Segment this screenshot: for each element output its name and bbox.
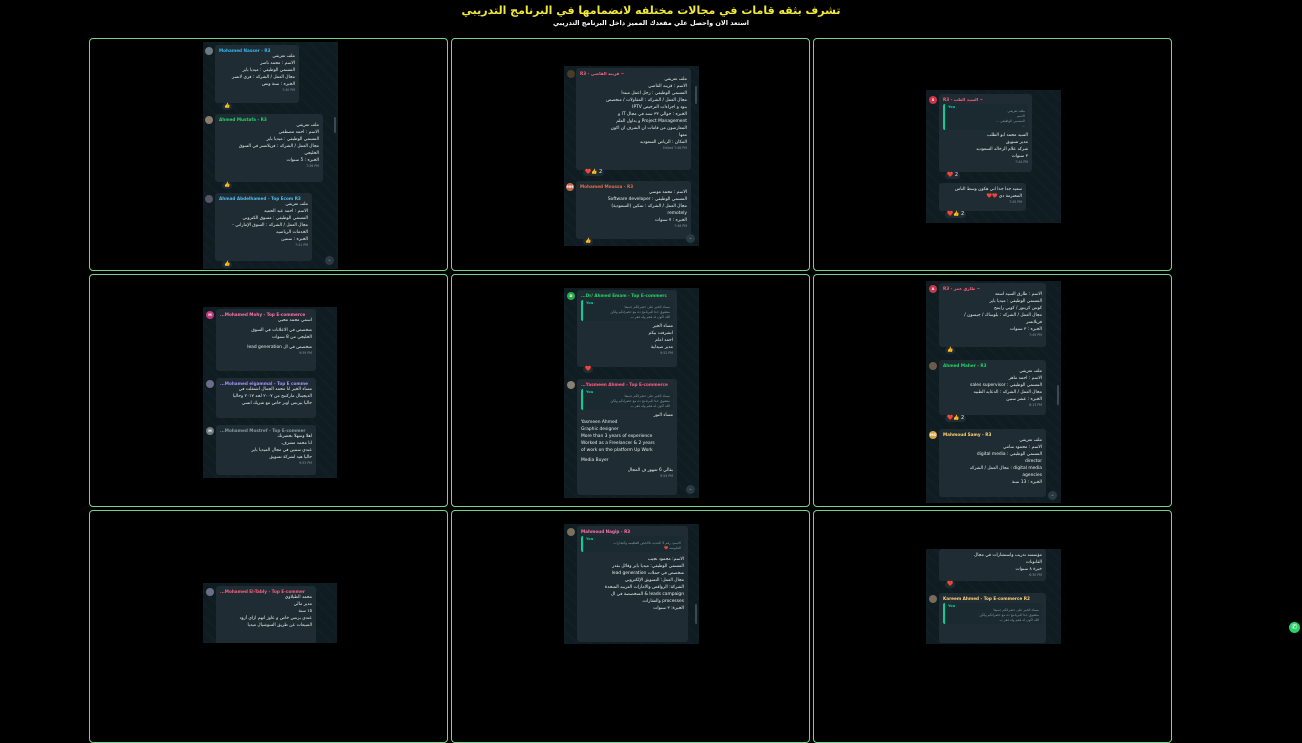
chat-message: Dr/ Ahmed Emam - Top E-commerc... You مس…	[577, 290, 677, 367]
avatar	[567, 381, 575, 389]
avatar	[567, 528, 575, 536]
testimonial-card-6: A ~ طارق عمر - R3 الاسم : طارق السيد اسع…	[813, 274, 1172, 507]
testimonial-card-8: Mahmoud Nagip - R3 You الاسم: رقم 3 الحد…	[451, 510, 810, 743]
page-subtitle: استعد الان واحصل علي مقعدك المميز داخل ا…	[553, 19, 749, 27]
testimonial-grid: Mohamed Nasser - R3 ملف تعريفي الاسم : م…	[89, 38, 1175, 743]
page-title: تشرف بثقه قامات في مجالات مختلفه لانضمام…	[461, 4, 841, 17]
chat-screenshot: S ~ السيد الطب - R3 You ملف تعريفي الاسم…	[926, 90, 1061, 223]
scrollbar[interactable]	[695, 604, 697, 624]
chat-message: Ahmed Mustafa - R3 ملف تعريفي الاسم : اح…	[215, 114, 323, 182]
avatar: M	[206, 311, 214, 319]
chat-screenshot: ~ قرينه القاضي - R3 ملف تعريفي الاسم : ق…	[564, 66, 699, 246]
reaction-badge: 👍	[945, 347, 956, 354]
chat-message: Mahmoud Samy - R3 ملف تعريفي الاسم : محم…	[939, 429, 1046, 497]
reaction-badge: ❤️👍 2	[583, 169, 605, 176]
chat-screenshot: Mahmoud Nagip - R3 You الاسم: رقم 3 الحد…	[564, 524, 699, 644]
reaction-badge: 👍	[583, 238, 594, 245]
chat-message: Mohamed Nasser - R3 ملف تعريفي الاسم : م…	[215, 45, 299, 103]
avatar: D	[567, 292, 575, 300]
scrollbar[interactable]	[334, 117, 336, 133]
scroll-down-icon[interactable]: ⌄	[325, 256, 334, 265]
chat-message: Mohamed Mohy - Top E-commerce... اسمي مح…	[216, 309, 316, 371]
avatar	[205, 195, 213, 203]
testimonial-card-5: D Dr/ Ahmed Emam - Top E-commerc... You …	[451, 274, 810, 507]
avatar	[929, 362, 937, 370]
chat-message: Yasmeen Ahmed - Top E-commerce... You مس…	[577, 379, 677, 495]
testimonial-card-9: مؤسسه تدريب واستشارات في مجال القانونات …	[813, 510, 1172, 743]
avatar: M	[206, 427, 214, 435]
chat-message: Mahmoud Nagip - R3 You الاسم: رقم 3 الحد…	[577, 526, 688, 642]
scroll-down-icon[interactable]: ⌄	[1048, 491, 1057, 500]
avatar	[929, 595, 937, 603]
whatsapp-icon[interactable]: ✆	[1289, 622, 1300, 633]
testimonial-card-1: Mohamed Nasser - R3 ملف تعريفي الاسم : م…	[89, 38, 448, 271]
chat-screenshot: Mohamed Nasser - R3 ملف تعريفي الاسم : م…	[203, 42, 338, 269]
reaction-badge: 👍	[222, 182, 233, 189]
chat-message: Ahmed Maher - R3 ملف تعريفي الاسم : احمد…	[939, 360, 1046, 415]
chat-screenshot: D Dr/ Ahmed Emam - Top E-commerc... You …	[564, 288, 699, 498]
reaction-badge: ❤️👍 2	[945, 415, 967, 422]
reaction-badge: ❤️👍 2	[945, 211, 967, 218]
reaction-badge: ❤️	[945, 581, 956, 588]
avatar	[206, 588, 214, 596]
chat-message: Mohamed Mostref - Top E-commer... اهلا و…	[216, 425, 316, 475]
reaction-badge: 👍	[222, 261, 233, 268]
chat-screenshot: Mohamed El-Tably - Top E-commer... محمد …	[203, 583, 337, 643]
avatar	[205, 116, 213, 124]
avatar	[567, 70, 575, 78]
chat-screenshot: مؤسسه تدريب واستشارات في مجال القانونات …	[926, 549, 1061, 644]
testimonial-card-3: S ~ السيد الطب - R3 You ملف تعريفي الاسم…	[813, 38, 1172, 271]
testimonial-card-2: ~ قرينه القاضي - R3 ملف تعريفي الاسم : ق…	[451, 38, 810, 271]
chat-screenshot: A ~ طارق عمر - R3 الاسم : طارق السيد اسع…	[926, 281, 1061, 503]
chat-message: ~ طارق عمر - R3 الاسم : طارق السيد اسعد …	[939, 283, 1046, 347]
reaction-badge: ❤️	[583, 366, 594, 373]
avatar: A	[929, 285, 937, 293]
scrollbar[interactable]	[1057, 385, 1059, 405]
chat-message: ~ السيد الطب - R3 You ملف تعريفي الاسم ا…	[939, 94, 1032, 172]
chat-message: مؤسسه تدريب واستشارات في مجال القانونات …	[939, 549, 1046, 581]
reaction-badge: 👍	[222, 103, 233, 110]
avatar	[205, 47, 213, 55]
reaction-badge: ❤️ 2	[945, 172, 960, 179]
scroll-down-icon[interactable]: ⌄	[686, 485, 695, 494]
scroll-down-icon[interactable]: ⌄	[686, 234, 695, 243]
avatar: S	[929, 96, 937, 104]
avatar: MM	[566, 183, 574, 191]
chat-screenshot: M Mohamed Mohy - Top E-commerce... اسمي …	[203, 307, 337, 478]
avatar	[206, 380, 214, 388]
avatar: MS	[929, 431, 937, 439]
chat-message: Ahmad Abdelhamed - Top Ecom R3 ملف تعريف…	[215, 193, 312, 261]
chat-message: Kareem Ahmed - Top E-commerce R2 You مسا…	[939, 593, 1046, 643]
scrollbar[interactable]	[695, 86, 697, 104]
testimonial-card-4: M Mohamed Mohy - Top E-commerce... اسمي …	[89, 274, 448, 507]
chat-message: ~ قرينه القاضي - R3 ملف تعريفي الاسم : ق…	[576, 68, 691, 170]
chat-message: Mohamed Moussa - R3 الاسم : محمد موسي ال…	[576, 181, 691, 239]
testimonial-card-7: Mohamed El-Tably - Top E-commer... محمد …	[89, 510, 448, 743]
chat-message: Mohamed elgammal - Top E comme... مساء ا…	[216, 378, 316, 418]
chat-message: سعيد جدا جدا اني هكون وسط الناس المحترمة…	[939, 183, 1026, 211]
chat-message: Mohamed El-Tably - Top E-commer... محمد …	[216, 586, 316, 643]
